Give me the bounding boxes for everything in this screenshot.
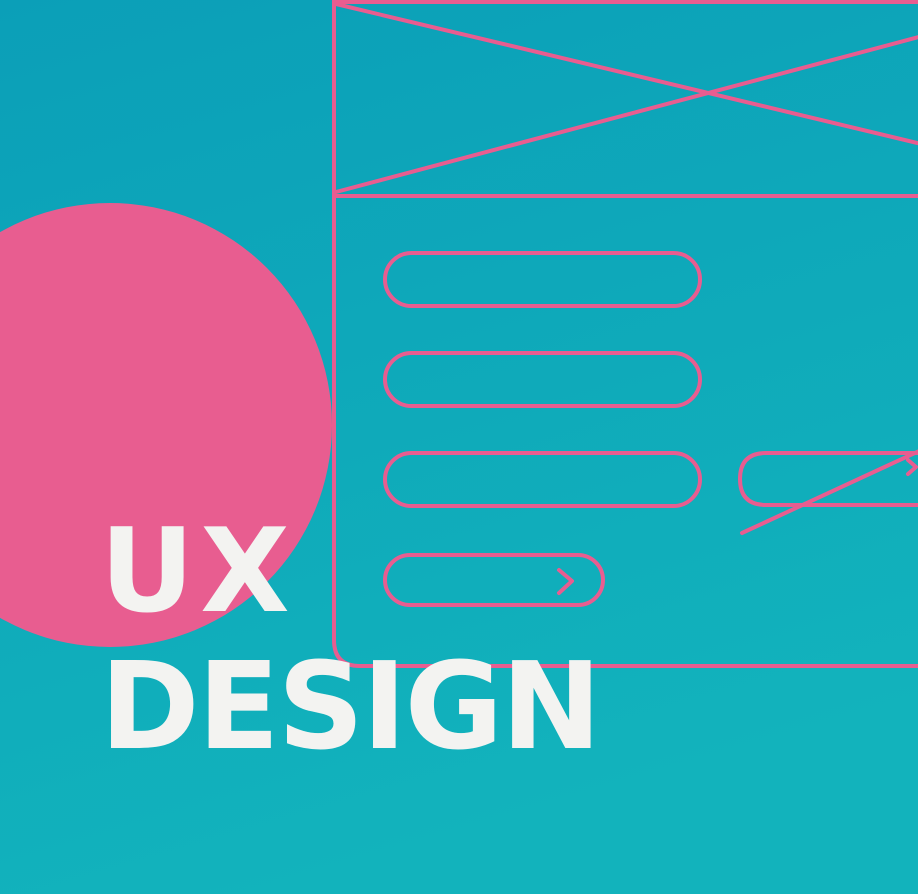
ux-design-poster: UX DESIGN: [0, 0, 918, 894]
poster-artwork: [0, 0, 918, 894]
